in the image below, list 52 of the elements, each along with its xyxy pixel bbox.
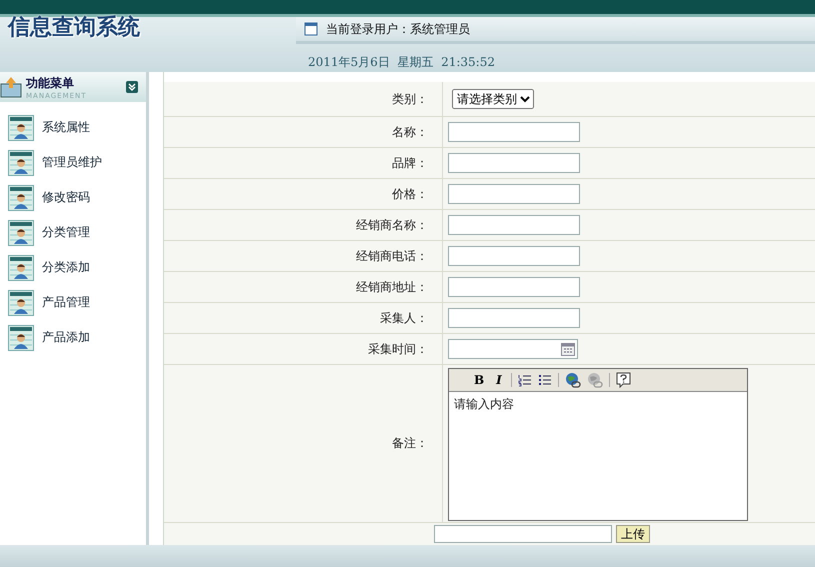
field-label: 备注： <box>392 435 428 452</box>
date-input[interactable] <box>448 339 578 359</box>
field-label: 名称： <box>392 124 428 140</box>
field-label: 经销商地址： <box>356 278 428 296</box>
bold-button[interactable]: B <box>471 373 488 387</box>
calendar-icon[interactable] <box>561 342 575 356</box>
user-card-icon <box>8 114 34 140</box>
rich-text-editor[interactable]: B I 请输入内容 <box>448 368 748 521</box>
user-card-icon <box>8 290 34 316</box>
text-input[interactable] <box>448 277 580 297</box>
menu-title: 功能菜单 <box>26 74 75 92</box>
user-card-icon <box>8 324 34 350</box>
text-input[interactable] <box>448 215 580 235</box>
menu-item[interactable]: 产品管理 <box>0 285 146 320</box>
editor-text: 请输入内容 <box>454 397 514 411</box>
text-input[interactable] <box>448 122 580 142</box>
italic-button[interactable]: I <box>493 373 505 387</box>
field-label: 采集人： <box>380 310 428 326</box>
menu-item[interactable]: 分类添加 <box>0 250 146 285</box>
field-label: 品牌： <box>392 154 428 172</box>
bullet-list-icon[interactable] <box>538 373 552 387</box>
user-card-icon <box>8 184 34 210</box>
menu-item[interactable]: 管理员维护 <box>0 145 146 180</box>
user-card-icon <box>8 220 34 246</box>
upload-button[interactable]: 上传 <box>616 525 650 543</box>
user-card-icon <box>8 150 34 176</box>
category-select[interactable]: 请选择类别 <box>452 89 534 109</box>
numbered-list-icon[interactable] <box>518 373 532 387</box>
collapse-icon[interactable] <box>126 81 138 93</box>
app-title: 信息查询系统 <box>6 17 141 42</box>
date-time: 2011年5月6日 星期五 21:35:52 <box>307 54 496 71</box>
text-input[interactable] <box>448 246 580 266</box>
file-input[interactable] <box>434 525 612 543</box>
field-label: 类别： <box>392 90 428 108</box>
field-label: 价格： <box>392 186 428 202</box>
menu-item[interactable]: 分类管理 <box>0 215 146 250</box>
field-label: 经销商电话： <box>356 248 428 264</box>
text-input[interactable] <box>448 153 580 173</box>
field-label: 经销商名称： <box>356 216 428 234</box>
current-user: 当前登录用户：系统管理员 <box>326 20 470 38</box>
globe-link-icon[interactable] <box>564 372 581 388</box>
menu-item[interactable]: 产品添加 <box>0 320 146 355</box>
unlink-icon[interactable] <box>586 372 603 388</box>
field-label: 采集时间： <box>368 340 428 358</box>
window-icon <box>304 22 318 36</box>
help-icon[interactable] <box>616 372 631 388</box>
user-card-icon <box>8 254 34 280</box>
folder-icon <box>0 76 22 98</box>
text-input[interactable] <box>448 308 580 328</box>
text-input[interactable] <box>448 184 580 204</box>
menu-item[interactable]: 修改密码 <box>0 180 146 215</box>
menu-item[interactable]: 系统属性 <box>0 110 146 145</box>
